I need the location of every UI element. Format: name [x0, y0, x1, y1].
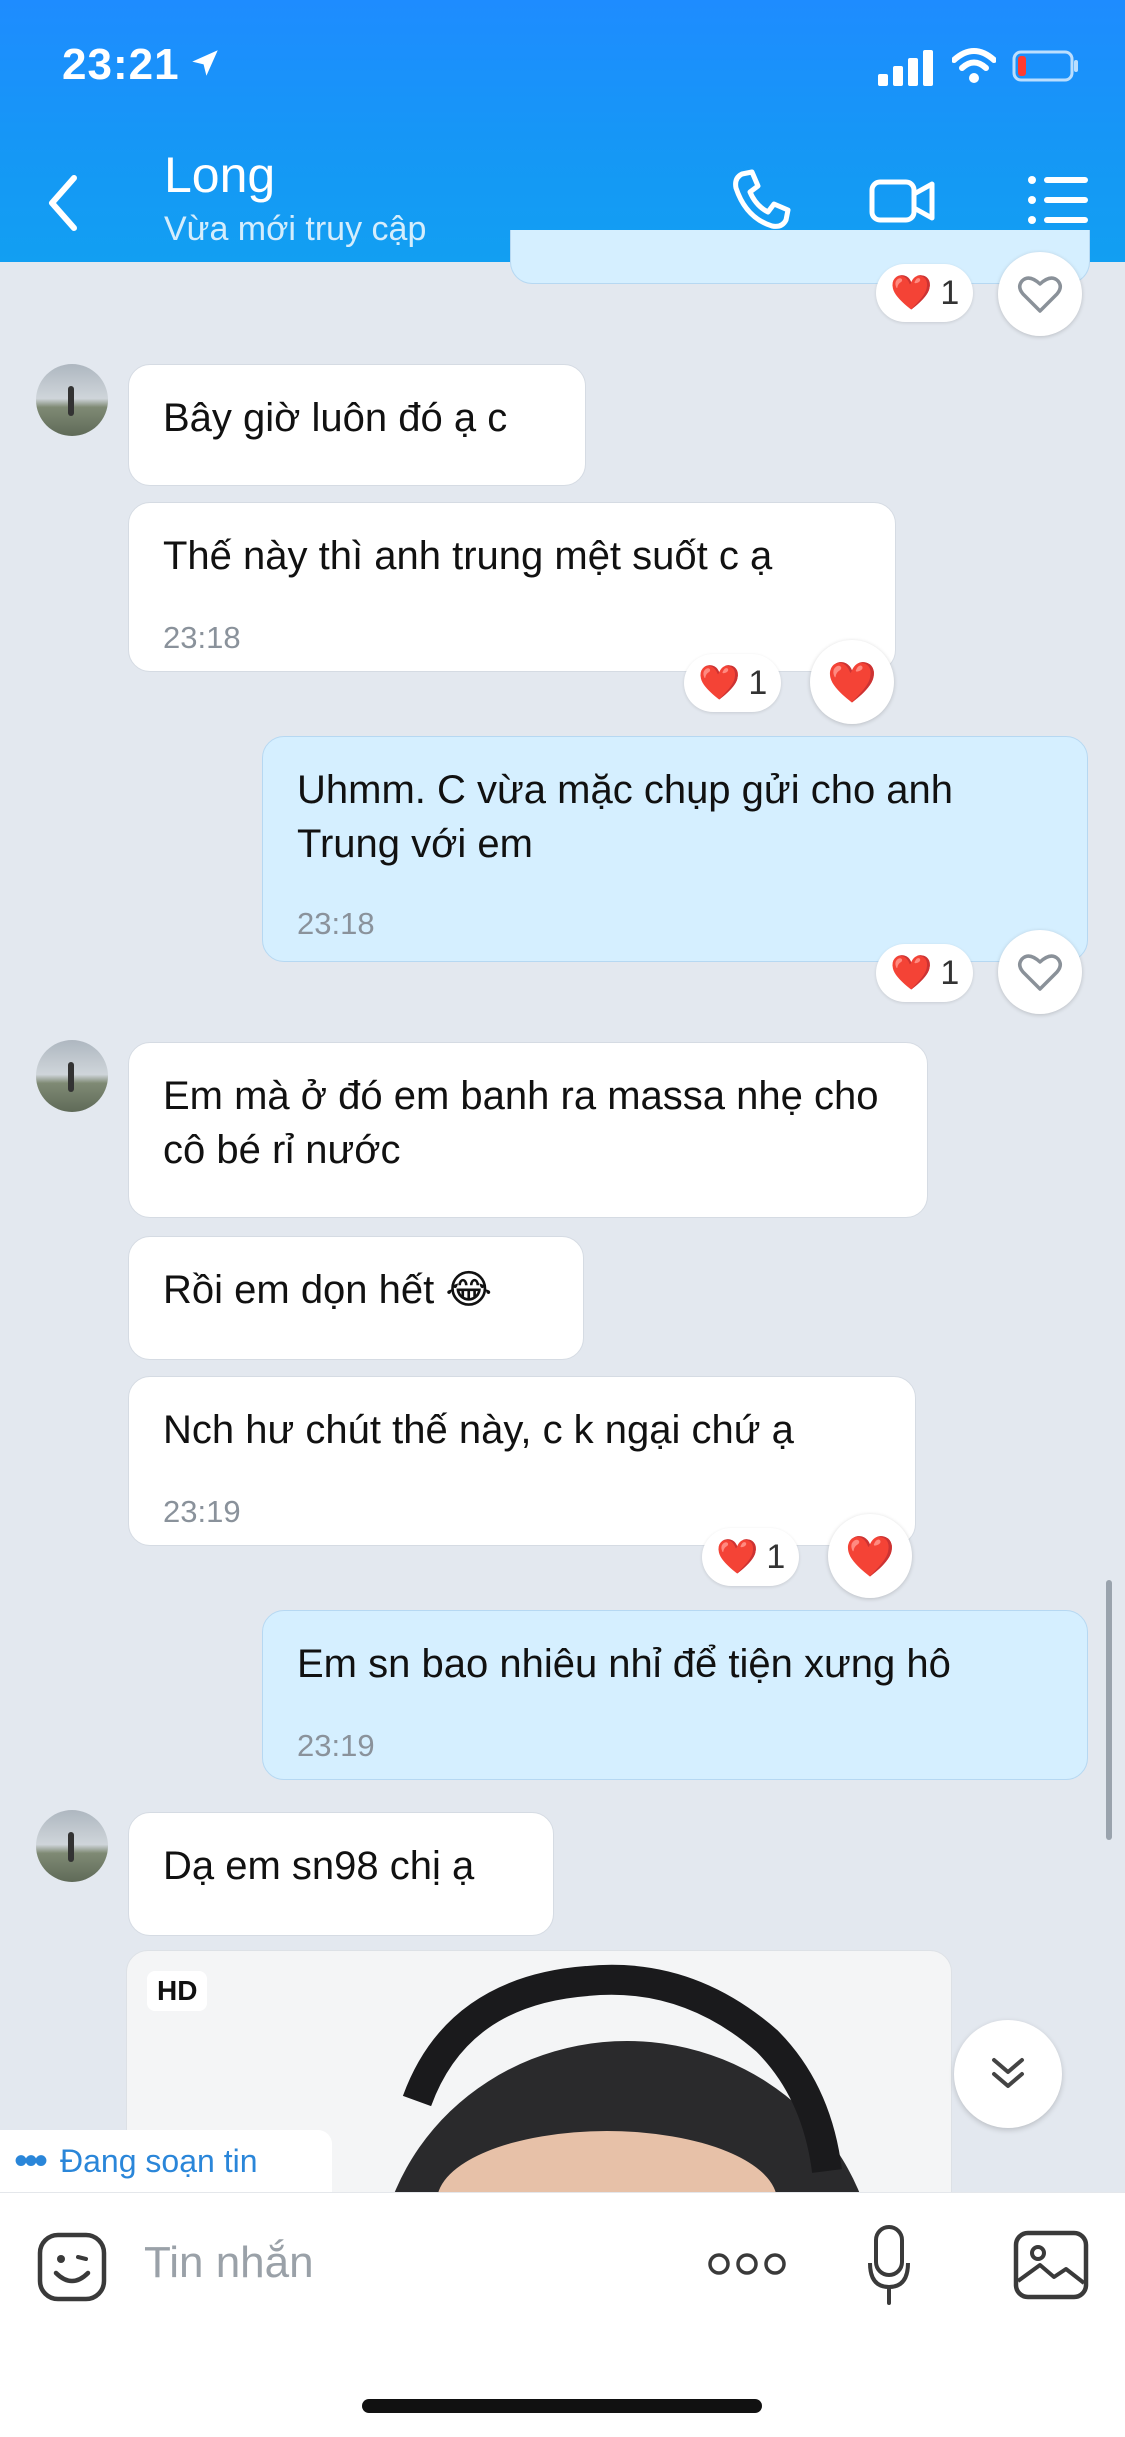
avatar[interactable]	[36, 364, 108, 436]
typing-indicator: ••• Đang soạn tin	[0, 2130, 332, 2192]
message-text: Em mà ở đó em banh ra massa nhẹ cho cô b…	[163, 1074, 879, 1172]
chat-header: 23:21 Long Vừa mới truy cập	[0, 0, 1125, 262]
heart-filled-icon: ❤️	[827, 660, 877, 705]
reaction-summary[interactable]: ❤️ 1	[876, 264, 974, 322]
message-bubble-incoming[interactable]: Dạ em sn98 chị ạ	[128, 1812, 554, 1936]
message-text: Em sn bao nhiêu nhỉ để tiện xưng hô	[297, 1642, 951, 1686]
message-bubble-incoming[interactable]: Bây giờ luôn đó ạ c	[128, 364, 586, 486]
message-bubble-incoming[interactable]: Em mà ở đó em banh ra massa nhẹ cho cô b…	[128, 1042, 928, 1218]
reaction-summary[interactable]: ❤️ 1	[684, 654, 782, 712]
heart-outline-icon	[1018, 276, 1062, 313]
avatar[interactable]	[36, 1810, 108, 1882]
menu-list-icon[interactable]	[1022, 164, 1094, 236]
cellular-signal-icon	[878, 50, 933, 86]
message-time: 23:19	[163, 1494, 241, 1529]
message-text: Rồi em dọn hết 😂	[163, 1268, 493, 1312]
message-time: 23:19	[297, 1728, 375, 1763]
message-time: 23:18	[163, 620, 241, 655]
react-heart-button[interactable]: ❤️	[828, 1514, 912, 1598]
phone-call-icon[interactable]	[724, 164, 796, 236]
contact-status: Vừa mới truy cập	[164, 210, 427, 248]
message-input[interactable]	[142, 2237, 666, 2289]
message-bubble-incoming[interactable]: Thế này thì anh trung mệt suốt c ạ 23:18	[128, 502, 896, 672]
avatar[interactable]	[36, 1040, 108, 1112]
reaction-summary[interactable]: ❤️ 1	[702, 1528, 800, 1586]
wifi-icon	[952, 48, 996, 83]
typing-text: Đang soạn tin	[60, 2142, 258, 2179]
battery-icon	[1012, 50, 1078, 82]
message-text: Uhmm. C vừa mặc chụp gửi cho anh Trung v…	[297, 768, 954, 866]
message-text: Bây giờ luôn đó ạ c	[163, 396, 508, 440]
message-time: 23:18	[297, 906, 375, 941]
heart-icon: ❤️	[890, 274, 933, 312]
reaction-summary[interactable]: ❤️ 1	[876, 944, 974, 1002]
home-indicator[interactable]	[362, 2399, 762, 2413]
message-bubble-outgoing[interactable]: Uhmm. C vừa mặc chụp gửi cho anh Trung v…	[262, 736, 1088, 962]
back-chevron-icon[interactable]	[40, 168, 90, 238]
react-heart-button[interactable]: ❤️	[810, 640, 894, 724]
react-heart-button[interactable]	[998, 252, 1082, 336]
image-gallery-icon[interactable]	[1012, 2229, 1090, 2301]
heart-outline-icon	[1018, 954, 1062, 991]
message-text: Nch hư chút thế này, c k ngại chứ ạ	[163, 1408, 794, 1452]
message-composer	[0, 2192, 1125, 2437]
contact-name[interactable]: Long	[164, 146, 275, 204]
location-arrow-icon	[192, 50, 218, 76]
typing-dots-icon: •••	[14, 2138, 48, 2183]
video-call-icon[interactable]	[866, 164, 938, 236]
heart-icon: ❤️	[698, 664, 741, 702]
message-text: Thế này thì anh trung mệt suốt c ạ	[163, 534, 773, 578]
message-bubble-incoming[interactable]: Nch hư chút thế này, c k ngại chứ ạ 23:1…	[128, 1376, 916, 1546]
heart-filled-icon: ❤️	[845, 1534, 895, 1579]
heart-icon: ❤️	[890, 954, 933, 992]
message-bubble-incoming[interactable]: Rồi em dọn hết 😂	[128, 1236, 584, 1360]
microphone-icon[interactable]	[866, 2223, 912, 2309]
scrollbar[interactable]	[1106, 1580, 1112, 1840]
more-options-icon[interactable]	[706, 2249, 788, 2279]
sticker-emoji-icon[interactable]	[34, 2229, 110, 2305]
double-chevron-down-icon	[992, 2058, 1024, 2088]
heart-icon: ❤️	[716, 1538, 759, 1576]
scroll-to-bottom-button[interactable]	[954, 2020, 1062, 2128]
status-time: 23:21	[62, 40, 180, 89]
react-heart-button[interactable]	[998, 930, 1082, 1014]
message-bubble-outgoing[interactable]: Em sn bao nhiêu nhỉ để tiện xưng hô 23:1…	[262, 1610, 1088, 1780]
message-text: Dạ em sn98 chị ạ	[163, 1844, 475, 1888]
